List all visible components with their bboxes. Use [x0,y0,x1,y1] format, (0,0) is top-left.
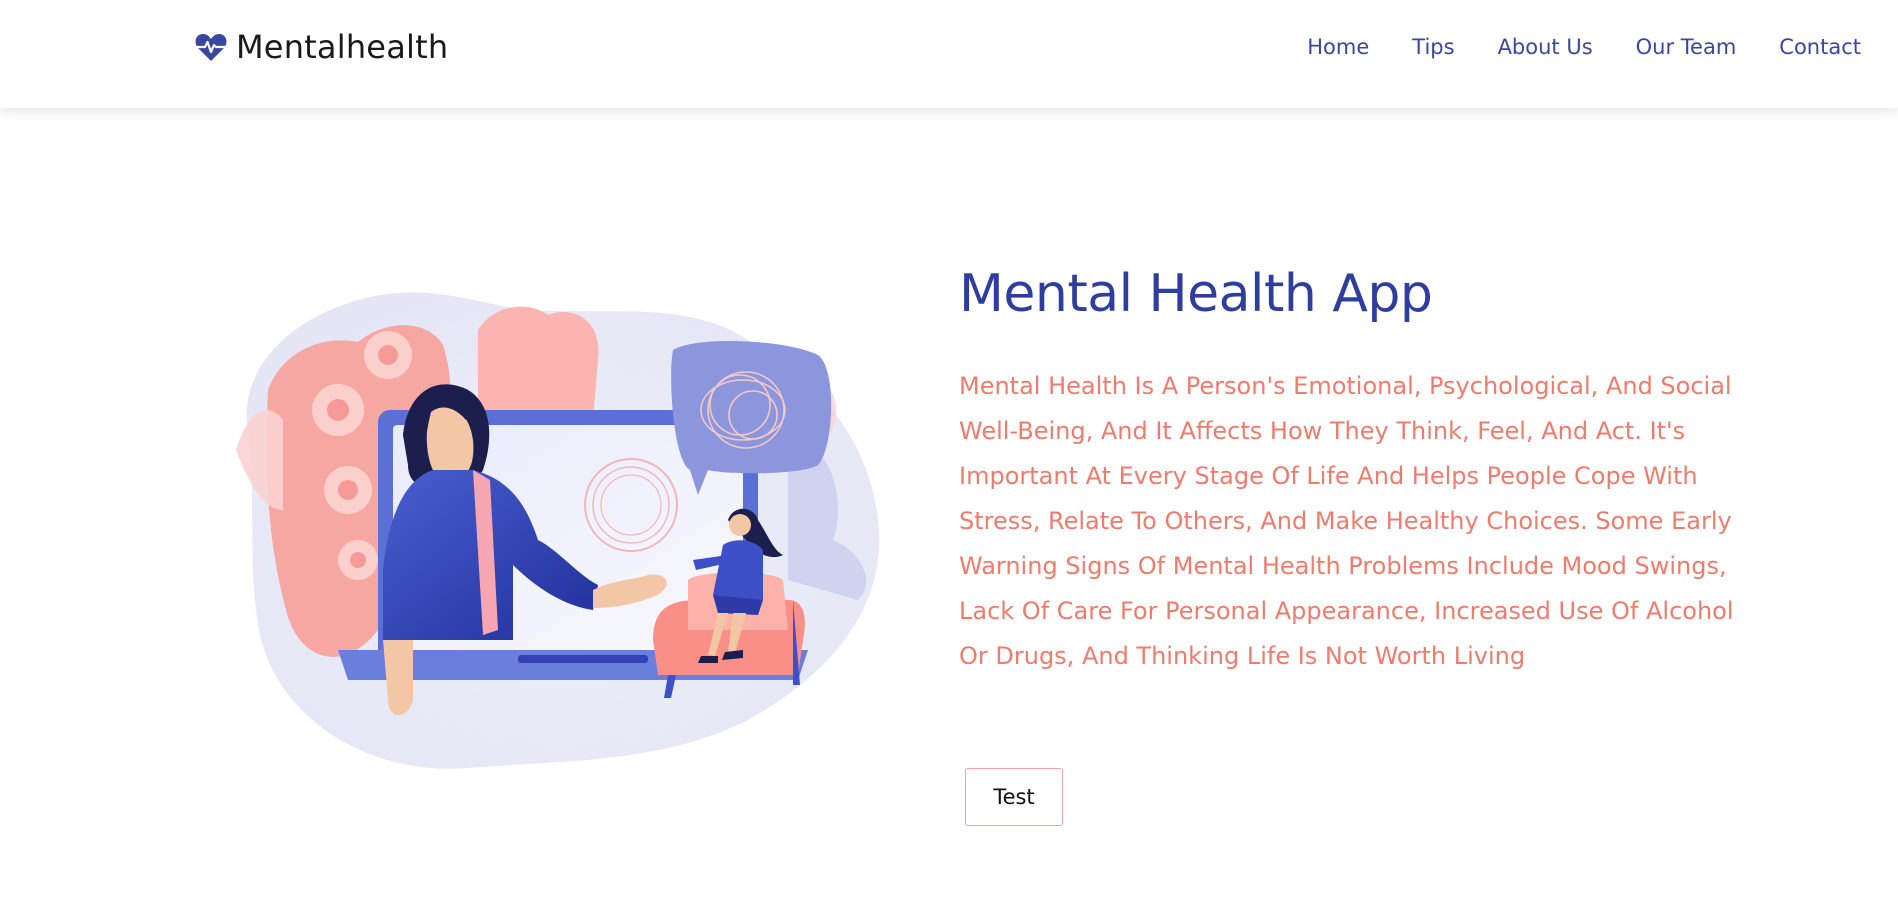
nav-link-tips[interactable]: Tips [1412,35,1454,59]
hero-title: Mental Health App [959,264,1433,324]
nav-link-about-us[interactable]: About Us [1498,35,1593,59]
brand-logo[interactable]: Mentalhealth [194,28,448,66]
hero-text: Mental Health App Mental Health Is A Per… [959,262,1759,679]
hero-description: Mental Health Is A Person's Emotional, P… [959,372,1734,670]
heart-pulse-icon [195,34,227,61]
nav-link-home[interactable]: Home [1307,35,1369,59]
test-button[interactable]: Test [965,768,1063,826]
nav-links: Home Tips About Us Our Team Contact [1307,35,1861,59]
nav-link-our-team[interactable]: Our Team [1636,35,1737,59]
brand-name: Mentalhealth [236,28,449,66]
navbar: Mentalhealth Home Tips About Us Our Team… [0,0,1898,108]
nav-link-contact[interactable]: Contact [1779,35,1861,59]
hero-illustration [236,292,880,769]
